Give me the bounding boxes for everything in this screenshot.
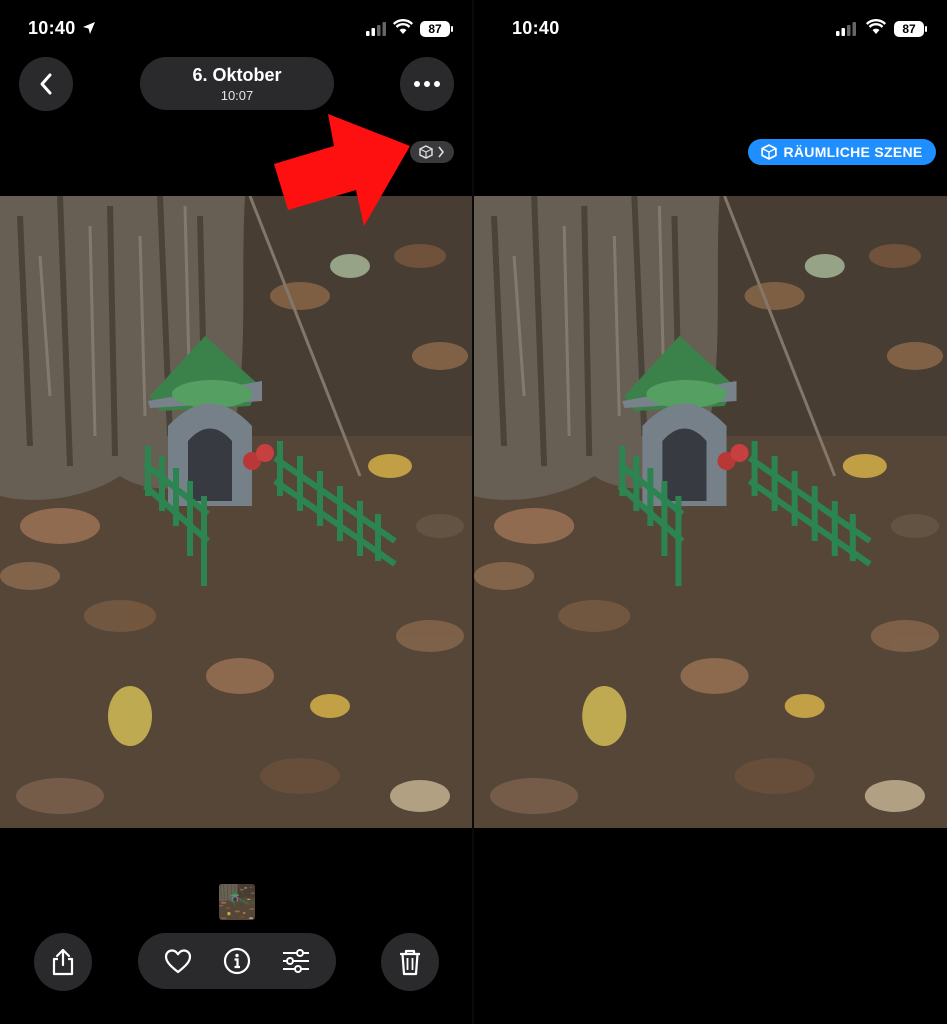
spatial-cube-icon [761,144,778,160]
chevron-left-icon [40,73,52,95]
status-bar: 10:40 87 [0,0,472,60]
sliders-icon [283,949,310,973]
status-time: 10:40 [512,18,560,38]
spatial-cube-icon [419,145,433,159]
red-annotation-arrow [274,114,410,226]
spatial-scene-label: RÄUMLICHE SZENE [783,144,923,160]
trash-icon [400,949,420,976]
info-icon [223,947,251,975]
wifi-icon [393,19,413,34]
chevron-right-icon [438,146,445,158]
photo-image[interactable] [0,196,472,828]
adjust-button[interactable] [276,941,316,981]
spatial-scene-badge[interactable]: RÄUMLICHE SZENE [748,139,936,165]
cellular-signal-icon [366,22,386,36]
delete-button[interactable] [381,933,439,991]
spatial-photo-image[interactable] [474,196,947,828]
ellipsis-icon [414,81,440,87]
location-arrow-icon [83,22,95,34]
cellular-signal-icon [836,22,856,36]
photo-actions-bar [138,933,336,989]
favorite-button[interactable] [158,941,198,981]
photo-date-header[interactable]: 6. Oktober 10:07 [140,57,334,110]
share-button[interactable] [34,933,92,991]
photo-date: 6. Oktober [192,65,282,85]
status-bar: 10:40 87 [474,0,947,60]
info-button[interactable] [217,941,257,981]
share-icon [52,948,74,976]
heart-icon [164,949,191,974]
battery-indicator: 87 [894,21,927,37]
wifi-icon [866,19,886,34]
photo-time: 10:07 [220,88,254,103]
status-time: 10:40 [28,18,76,38]
more-options-button[interactable] [400,57,454,111]
thumbnail[interactable] [219,884,255,920]
back-button[interactable] [19,57,73,111]
battery-indicator: 87 [420,21,453,37]
right-screen: 10:40 87 RÄUMLICHE SZENE [474,0,947,1024]
left-screen: 10:40 87 6. Oktober 10:07 [0,0,472,1024]
